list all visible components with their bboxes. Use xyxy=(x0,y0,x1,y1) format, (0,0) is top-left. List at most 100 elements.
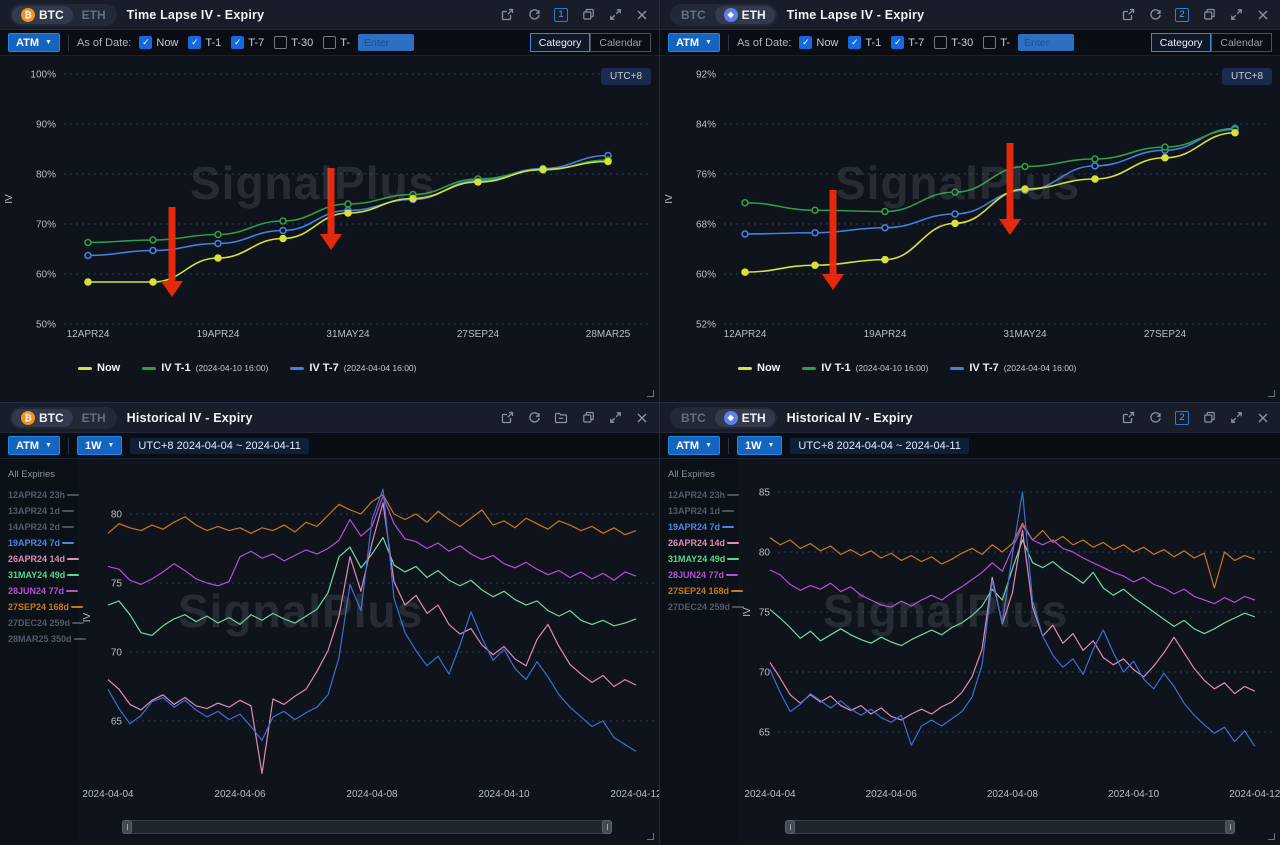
expiry-item[interactable]: 19APR24 7d xyxy=(668,519,734,535)
coin-btc-tab[interactable]: ₿ BTC xyxy=(12,6,73,24)
atm-dropdown[interactable]: ATM▼ xyxy=(8,436,60,455)
expiry-item[interactable]: 28JUN24 77d xyxy=(8,583,74,599)
expiry-item[interactable]: 13APR24 1d xyxy=(8,503,74,519)
external-link-icon[interactable] xyxy=(1121,411,1135,425)
checkbox-t-[interactable]: T- xyxy=(983,36,1010,49)
checkbox-t-30[interactable]: T-30 xyxy=(274,36,313,49)
folder-minus-icon[interactable] xyxy=(554,411,568,425)
checkbox-box[interactable]: ✓ xyxy=(799,36,812,49)
checkbox-box[interactable]: ✓ xyxy=(231,36,244,49)
expiry-item[interactable]: 27DEC24 259d xyxy=(8,615,74,631)
window-number-badge[interactable]: 2 xyxy=(1175,411,1189,425)
duplicate-icon[interactable] xyxy=(1202,8,1216,22)
window-number-badge[interactable]: 2 xyxy=(1175,8,1189,22)
checkbox-box[interactable] xyxy=(323,36,336,49)
slider-handle-left[interactable] xyxy=(785,820,795,834)
expiry-item[interactable]: 31MAY24 49d xyxy=(8,567,74,583)
coin-btc-tab[interactable]: ₿ BTC xyxy=(12,409,73,427)
expiry-item[interactable]: 19APR24 7d xyxy=(8,535,74,551)
checkbox-box[interactable] xyxy=(983,36,996,49)
legend-item[interactable]: Now xyxy=(78,362,120,374)
duplicate-icon[interactable] xyxy=(581,411,595,425)
resize-handle[interactable] xyxy=(647,833,654,840)
expiry-item[interactable]: 26APR24 14d xyxy=(668,535,734,551)
coin-btc-tab[interactable]: BTC xyxy=(672,6,715,24)
refresh-icon[interactable] xyxy=(1148,8,1162,22)
legend-item[interactable]: IV T-1(2024-04-10 16:00) xyxy=(142,362,268,374)
expiry-item[interactable]: 13APR24 1d xyxy=(668,503,734,519)
sidebar-header[interactable]: All Expiries xyxy=(668,469,734,480)
calendar-button[interactable]: Calendar xyxy=(590,33,651,52)
close-icon[interactable] xyxy=(1256,8,1270,22)
checkbox-box[interactable]: ✓ xyxy=(139,36,152,49)
slider-handle-left[interactable] xyxy=(122,820,132,834)
coin-eth-tab[interactable]: ◆ ETH xyxy=(715,6,775,24)
timelapse-chart[interactable]: 92%84%76%68%60%52%IV12APR2419APR2431MAY2… xyxy=(660,56,1280,352)
expiry-item[interactable]: 14APR24 2d xyxy=(8,519,74,535)
checkbox-t-7[interactable]: ✓T-7 xyxy=(891,36,924,49)
refresh-icon[interactable] xyxy=(1148,411,1162,425)
coin-eth-tab[interactable]: ETH xyxy=(73,6,115,24)
expiry-item[interactable]: 12APR24 23h xyxy=(8,487,74,503)
coin-eth-tab[interactable]: ETH xyxy=(73,409,115,427)
period-dropdown[interactable]: 1W▼ xyxy=(77,436,122,455)
checkbox-t-1[interactable]: ✓T-1 xyxy=(188,36,221,49)
atm-dropdown[interactable]: ATM▼ xyxy=(668,436,720,455)
timelapse-chart[interactable]: 100%90%80%70%60%50%IV12APR2419APR2431MAY… xyxy=(0,56,659,352)
time-range-slider[interactable] xyxy=(785,820,1235,834)
expiry-item[interactable]: 28JUN24 77d xyxy=(668,567,734,583)
slider-handle-right[interactable] xyxy=(1225,820,1235,834)
date-range-text[interactable]: UTC+8 2024-04-04 ~ 2024-04-11 xyxy=(790,438,968,454)
t-custom-input[interactable] xyxy=(358,34,414,51)
checkbox-box[interactable] xyxy=(274,36,287,49)
expiry-item[interactable]: 27DEC24 259d xyxy=(668,599,734,615)
expiry-item[interactable]: 27SEP24 168d xyxy=(668,583,734,599)
time-range-slider[interactable] xyxy=(122,820,612,834)
t-custom-input[interactable] xyxy=(1018,34,1074,51)
duplicate-icon[interactable] xyxy=(1202,411,1216,425)
expiry-item[interactable]: 31MAY24 49d xyxy=(668,551,734,567)
legend-item[interactable]: IV T-1(2024-04-10 16:00) xyxy=(802,362,928,374)
close-icon[interactable] xyxy=(1256,411,1270,425)
checkbox-box[interactable] xyxy=(934,36,947,49)
checkbox-t-1[interactable]: ✓T-1 xyxy=(848,36,881,49)
expand-icon[interactable] xyxy=(1229,8,1243,22)
checkbox-t-[interactable]: T- xyxy=(323,36,350,49)
close-icon[interactable] xyxy=(635,411,649,425)
atm-dropdown[interactable]: ATM▼ xyxy=(668,33,720,52)
checkbox-now[interactable]: ✓Now xyxy=(139,36,178,49)
external-link-icon[interactable] xyxy=(500,411,514,425)
historical-chart[interactable]: 80757065IV2024-04-042024-04-062024-04-08… xyxy=(78,459,659,809)
resize-handle[interactable] xyxy=(647,390,654,397)
expand-icon[interactable] xyxy=(1229,411,1243,425)
coin-btc-tab[interactable]: BTC xyxy=(672,409,715,427)
legend-item[interactable]: IV T-7(2024-04-04 16:00) xyxy=(950,362,1076,374)
expiry-item[interactable]: 27SEP24 168d xyxy=(8,599,74,615)
atm-dropdown[interactable]: ATM▼ xyxy=(8,33,60,52)
refresh-icon[interactable] xyxy=(527,411,541,425)
close-icon[interactable] xyxy=(635,8,649,22)
duplicate-icon[interactable] xyxy=(581,8,595,22)
slider-handle-right[interactable] xyxy=(602,820,612,834)
resize-handle[interactable] xyxy=(1268,390,1275,397)
expiry-item[interactable]: 28MAR25 350d xyxy=(8,631,74,647)
period-dropdown[interactable]: 1W▼ xyxy=(737,436,782,455)
window-number-badge[interactable]: 1 xyxy=(554,8,568,22)
checkbox-now[interactable]: ✓Now xyxy=(799,36,838,49)
expiry-item[interactable]: 12APR24 23h xyxy=(668,487,734,503)
resize-handle[interactable] xyxy=(1268,833,1275,840)
expand-icon[interactable] xyxy=(608,8,622,22)
external-link-icon[interactable] xyxy=(500,8,514,22)
checkbox-t-30[interactable]: T-30 xyxy=(934,36,973,49)
legend-item[interactable]: IV T-7(2024-04-04 16:00) xyxy=(290,362,416,374)
calendar-button[interactable]: Calendar xyxy=(1211,33,1272,52)
expiry-item[interactable]: 26APR24 14d xyxy=(8,551,74,567)
checkbox-t-7[interactable]: ✓T-7 xyxy=(231,36,264,49)
category-button[interactable]: Category xyxy=(530,33,591,52)
refresh-icon[interactable] xyxy=(527,8,541,22)
historical-chart[interactable]: 8580757065IV2024-04-042024-04-062024-04-… xyxy=(738,459,1280,809)
checkbox-box[interactable]: ✓ xyxy=(848,36,861,49)
sidebar-header[interactable]: All Expiries xyxy=(8,469,74,480)
category-button[interactable]: Category xyxy=(1151,33,1212,52)
date-range-text[interactable]: UTC+8 2024-04-04 ~ 2024-04-11 xyxy=(130,438,308,454)
